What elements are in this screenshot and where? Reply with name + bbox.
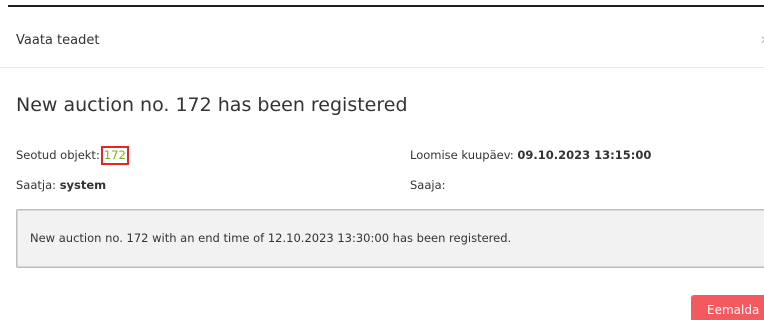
modal-header: Vaata teadet ✕ xyxy=(0,7,764,68)
message-text: New auction no. 172 with an end time of … xyxy=(30,231,512,245)
delete-button[interactable]: Eemalda xyxy=(691,295,764,320)
linked-object-link[interactable]: 172 xyxy=(100,146,129,165)
notification-view: Vaata teadet ✕ New auction no. 172 has b… xyxy=(0,0,764,320)
notice-headline: New auction no. 172 has been registered xyxy=(16,94,408,116)
recipient-label: Saaja: xyxy=(410,178,446,192)
linked-object-row: Seotud objekt: 172 xyxy=(16,146,129,165)
recipient-row: Saaja: xyxy=(410,178,446,192)
linked-object-label: Seotud objekt: xyxy=(16,148,100,162)
modal-title: Vaata teadet xyxy=(16,33,100,48)
created-date-row: Loomise kuupäev: 09.10.2023 13:15:00 xyxy=(410,148,651,162)
close-icon[interactable]: ✕ xyxy=(760,33,764,47)
sender-label: Saatja: xyxy=(16,178,57,192)
sender-row: Saatja: system xyxy=(16,178,106,192)
sender-value: system xyxy=(59,178,107,192)
created-date-label: Loomise kuupäev: xyxy=(410,148,514,162)
created-date-value: 09.10.2023 13:15:00 xyxy=(517,148,652,162)
message-box: New auction no. 172 with an end time of … xyxy=(16,209,764,268)
